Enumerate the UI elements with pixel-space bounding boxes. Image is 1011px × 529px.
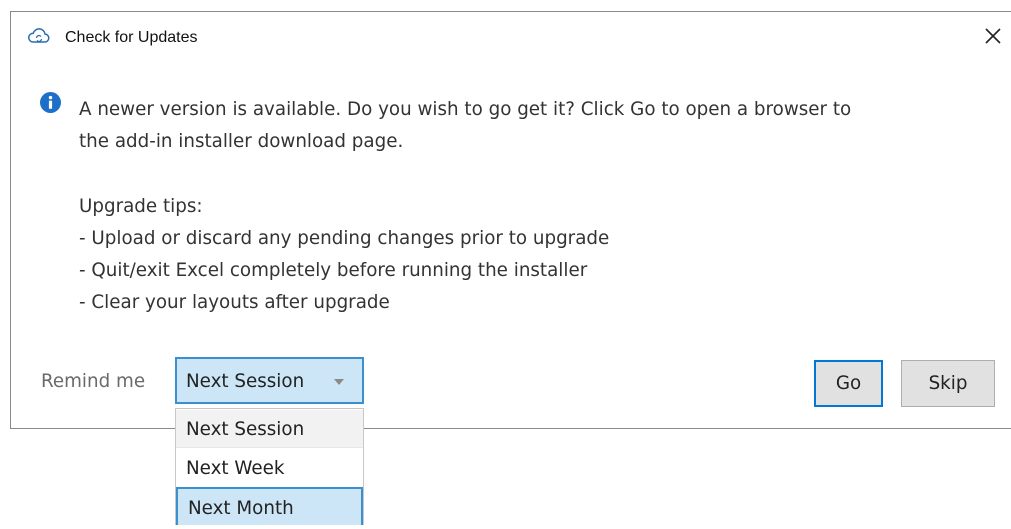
dropdown-option-next-session[interactable]: Next Session	[176, 410, 363, 448]
title-bar: Check for Updates	[11, 12, 1011, 56]
tip-item: - Clear your layouts after upgrade	[79, 292, 390, 313]
dropdown-option-next-week[interactable]: Next Week	[176, 449, 363, 487]
message-line-2: the add-in installer download page.	[79, 131, 404, 152]
remind-dropdown-list: Next Session Next Week Next Month	[175, 408, 364, 525]
remind-select[interactable]: Next Session	[175, 357, 364, 404]
message-line-1: A newer version is available. Do you wis…	[79, 99, 852, 120]
info-icon	[40, 92, 61, 113]
update-dialog: Check for Updates A newer version is ava…	[10, 11, 1011, 429]
remind-select-value: Next Session	[186, 371, 305, 392]
tips-heading: Upgrade tips:	[79, 196, 203, 217]
remind-me-label: Remind me	[41, 371, 146, 392]
close-icon[interactable]	[980, 23, 1006, 49]
skip-button[interactable]: Skip	[901, 360, 995, 407]
tip-item: - Quit/exit Excel completely before runn…	[79, 260, 588, 281]
tip-item: - Upload or discard any pending changes …	[79, 228, 610, 249]
chevron-down-icon	[334, 379, 344, 385]
cloud-sync-icon	[28, 28, 50, 43]
update-message: A newer version is available. Do you wis…	[79, 94, 1009, 158]
dropdown-option-next-month[interactable]: Next Month	[176, 487, 363, 525]
upgrade-tips: Upgrade tips: - Upload or discard any pe…	[79, 191, 609, 319]
dialog-title: Check for Updates	[65, 29, 198, 46]
go-button[interactable]: Go	[814, 360, 883, 407]
